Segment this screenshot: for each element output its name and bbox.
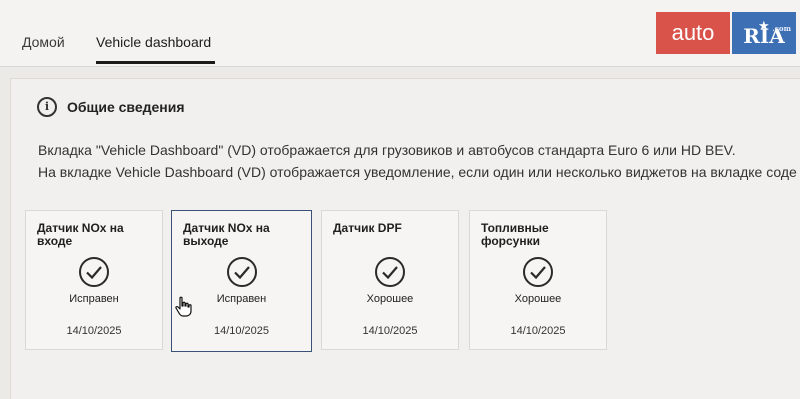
- widget-card-nox-outlet[interactable]: Датчик NOx на выходе Исправен 14/10/2025: [171, 210, 312, 352]
- tab-home[interactable]: Домой: [22, 34, 65, 50]
- card-date: 14/10/2025: [66, 325, 122, 337]
- hand-cursor-icon: [175, 296, 192, 317]
- card-date: 14/10/2025: [362, 325, 418, 337]
- card-date: 14/10/2025: [510, 325, 566, 337]
- check-circle-icon: [226, 257, 257, 287]
- widget-card-nox-inlet[interactable]: Датчик NOx на входе Исправен 14/10/2025: [25, 210, 163, 350]
- card-title: Датчик NOx на выходе: [183, 221, 270, 248]
- autoria-watermark-logo: auto RIA .com ★: [656, 12, 796, 54]
- card-status: Исправен: [69, 293, 119, 305]
- check-circle-icon: [79, 257, 109, 287]
- card-date: 14/10/2025: [213, 325, 270, 337]
- description-line-2: На вкладке Vehicle Dashboard (VD) отобра…: [38, 164, 797, 180]
- logo-domain-text: .com: [772, 24, 791, 33]
- card-title: Датчик NOx на входе: [37, 221, 124, 248]
- description-line-1: Вкладка "Vehicle Dashboard" (VD) отображ…: [38, 142, 736, 158]
- card-status: Хорошее: [514, 293, 562, 305]
- tab-vehicle-dashboard[interactable]: Vehicle dashboard: [96, 34, 211, 50]
- widget-card-dpf-sensor[interactable]: Датчик DPF Хорошее 14/10/2025: [321, 210, 459, 350]
- card-title: Топливные форсунки: [481, 221, 549, 248]
- info-icon: i: [37, 97, 57, 117]
- widget-card-fuel-injectors[interactable]: Топливные форсунки Хорошее 14/10/2025: [469, 210, 607, 350]
- logo-auto-text: auto: [656, 12, 730, 54]
- check-circle-icon: [375, 257, 405, 287]
- card-status: Хорошее: [366, 293, 414, 305]
- active-tab-indicator: [96, 61, 215, 64]
- check-circle-icon: [523, 257, 553, 287]
- card-title: Датчик DPF: [333, 221, 402, 235]
- section-title: Общие сведения: [67, 99, 185, 115]
- logo-star-icon: ★: [758, 18, 770, 33]
